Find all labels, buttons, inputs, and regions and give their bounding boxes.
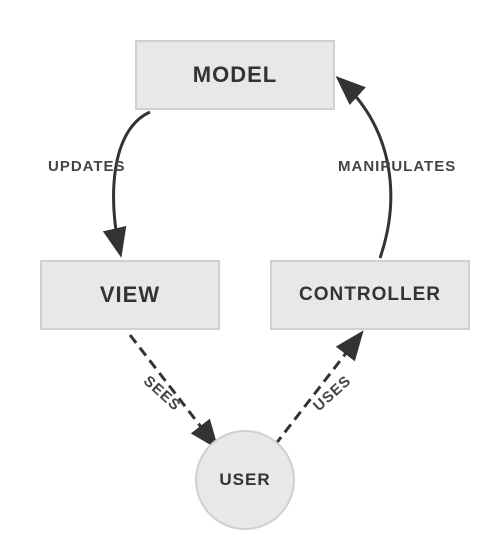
edge-label-manipulates: MANIPULATES <box>338 158 456 175</box>
model-node: MODEL <box>135 40 335 110</box>
user-label: USER <box>219 470 270 490</box>
controller-label: CONTROLLER <box>299 284 441 306</box>
view-label: VIEW <box>100 282 160 308</box>
edge-label-updates: UPDATES <box>48 158 126 175</box>
edge-label-uses: USES <box>310 372 355 415</box>
controller-node: CONTROLLER <box>270 260 470 330</box>
edge-label-sees: SEES <box>140 372 184 414</box>
view-node: VIEW <box>40 260 220 330</box>
arrow-view-to-user <box>130 335 215 445</box>
user-node: USER <box>195 430 295 530</box>
arrow-model-to-view <box>114 112 150 252</box>
model-label: MODEL <box>193 62 277 88</box>
